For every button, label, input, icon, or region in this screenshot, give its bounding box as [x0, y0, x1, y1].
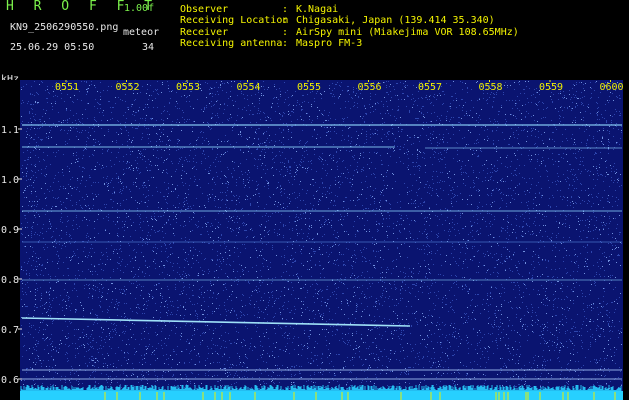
separator: : — [282, 15, 289, 26]
baseline-strip — [20, 391, 623, 400]
separator: : — [282, 38, 289, 49]
time-label: 0600 — [600, 82, 624, 93]
time-label: 0554 — [237, 82, 261, 93]
observer-value: K.Nagai — [296, 4, 339, 15]
version-label: 1.00f — [124, 3, 155, 14]
y-tick-label: 0.7 — [1, 325, 19, 336]
y-tick-label: 0.6 — [1, 375, 19, 386]
time-label: 0556 — [358, 82, 382, 93]
time-label: 0555 — [297, 82, 321, 93]
observer-label: Observer — [180, 4, 229, 15]
time-label: 0558 — [479, 82, 503, 93]
file-name: KN9_2506290550.png — [10, 22, 119, 33]
location-label: Receiving Location — [180, 15, 289, 26]
y-tick-label: 0.9 — [1, 225, 19, 236]
receiver-value: AirSpy mini (Miakejima VOR 108.65MHz) — [296, 27, 519, 38]
datetime-stamp: 25.06.29 05:50 — [10, 42, 95, 53]
header-panel: H R O F F T 1.00f KN9_2506290550.png met… — [0, 0, 629, 85]
antenna-value: Maspro FM-3 — [296, 38, 363, 49]
time-label: 0551 — [55, 82, 79, 93]
spectrogram: 1.1 1.0 0.9 0.8 0.7 0.6 0551 0552 0553 0554 0555 0… — [0, 80, 629, 400]
location-value: Chigasaki, Japan (139.414 35.340) — [296, 15, 495, 26]
time-label: 0553 — [176, 82, 200, 93]
separator: : — [282, 4, 289, 15]
meteor-label: meteor — [123, 27, 160, 38]
y-tick-label: 0.8 — [1, 275, 19, 286]
time-label: 0552 — [116, 82, 140, 93]
y-tick-label: 1.0 — [1, 175, 19, 186]
receiver-label: Receiver — [180, 27, 229, 38]
separator: : — [282, 27, 289, 38]
antenna-label: Receiving antenna — [180, 38, 283, 49]
y-tick-label: 1.1 — [1, 125, 19, 136]
time-label: 0559 — [539, 82, 563, 93]
spectrogram-background — [20, 80, 623, 400]
meteor-count: 34 — [142, 42, 155, 53]
time-label: 0557 — [418, 82, 442, 93]
